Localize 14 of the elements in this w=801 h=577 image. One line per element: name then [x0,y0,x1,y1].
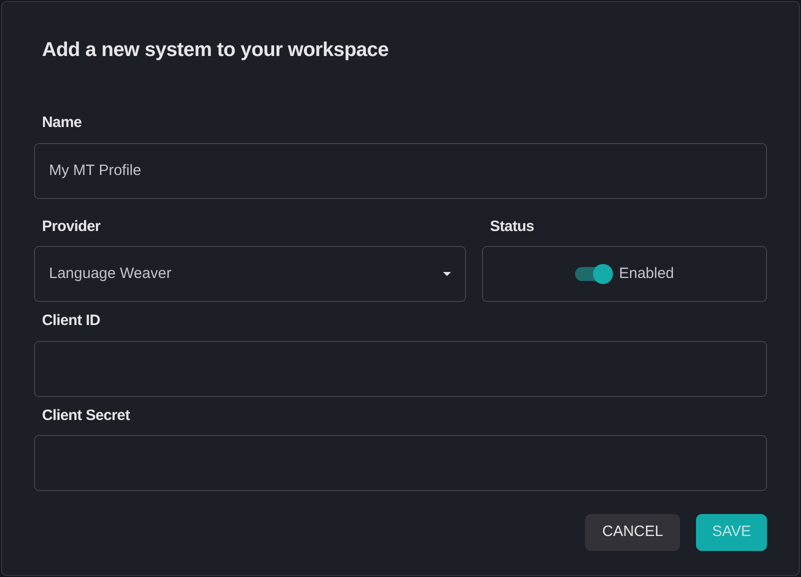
cancel-button[interactable]: CANCEL [585,514,680,551]
field-label: Provider [42,216,102,236]
provider-select[interactable]: Language Weaver [34,246,466,302]
input-field[interactable]: My MT Profile [34,142,767,198]
input-field[interactable] [34,340,767,396]
caret-icon [443,272,451,276]
dialog-title: Add a new system to your workspace [42,38,390,62]
toggle-switch[interactable] [574,267,611,281]
toggle-label: Enabled [618,264,674,284]
field-label: Client ID [42,311,102,331]
field-label: Client Secret [42,406,131,426]
input-field[interactable] [34,435,767,491]
field-label: Name [42,113,83,133]
field-label: Status [490,216,536,236]
